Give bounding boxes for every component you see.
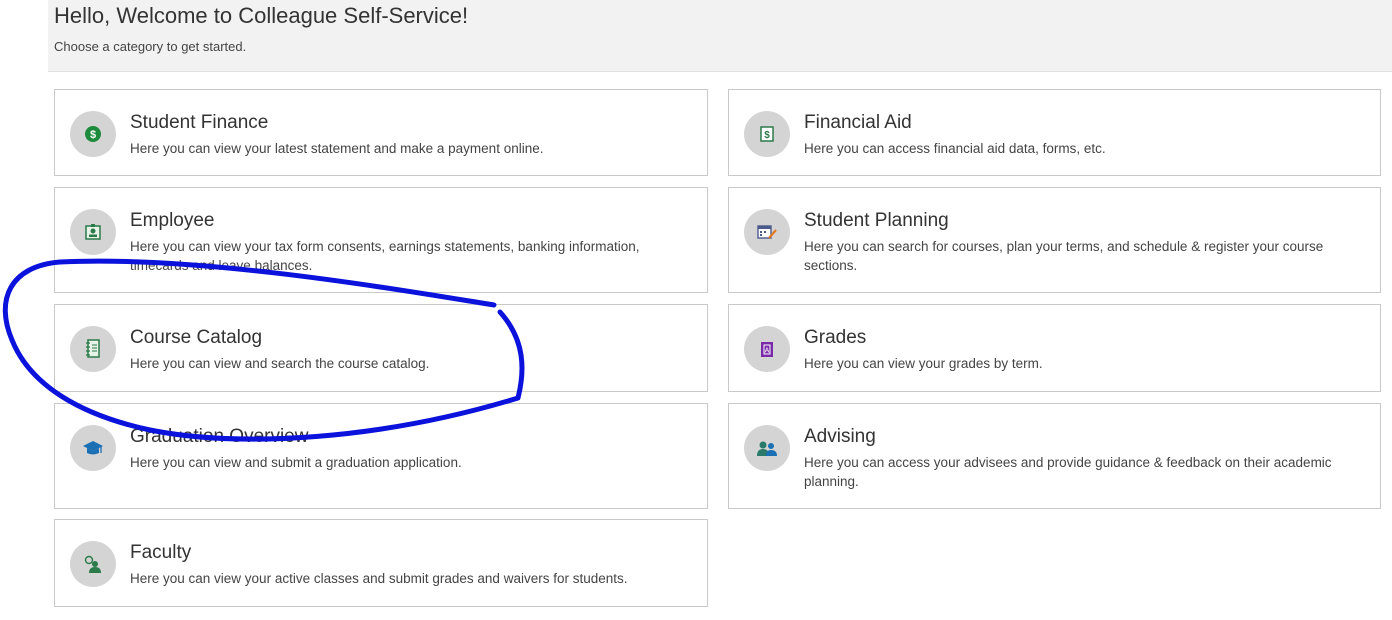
card-grades[interactable]: A Grades Here you can view your grades b… <box>728 304 1381 392</box>
card-title: Advising <box>804 426 876 447</box>
people-icon <box>744 425 790 471</box>
card-description: Here you can view your active classes an… <box>130 571 628 586</box>
card-description: Here you can view your grades by term. <box>804 356 1043 371</box>
card-student-finance[interactable]: $ Student Finance Here you can view your… <box>54 89 708 176</box>
card-title: Grades <box>804 327 867 348</box>
card-description: Here you can access your advisees and pr… <box>804 455 1332 489</box>
card-employee[interactable]: Employee Here you can view your tax form… <box>54 187 708 293</box>
dollar-coin-icon: $ <box>70 111 116 157</box>
svg-text:$: $ <box>90 129 96 141</box>
card-title: Faculty <box>130 542 192 563</box>
svg-text:A: A <box>765 348 770 355</box>
page-title: Hello, Welcome to Colleague Self-Service… <box>54 3 469 28</box>
card-student-planning[interactable]: Student Planning Here you can search for… <box>728 187 1381 293</box>
card-title: Course Catalog <box>130 327 263 348</box>
svg-text:$: $ <box>764 130 770 141</box>
card-course-catalog[interactable]: Course Catalog Here you can view and sea… <box>54 304 708 392</box>
card-description: Here you can view your tax form consents… <box>130 239 640 273</box>
card-description: Here you can view and search the course … <box>130 356 430 371</box>
card-title: Graduation Overview <box>130 426 309 447</box>
calendar-pencil-icon <box>744 209 790 255</box>
card-description: Here you can view and submit a graduatio… <box>130 455 462 470</box>
card-description: Here you can access financial aid data, … <box>804 141 1106 156</box>
card-description: Here you can search for courses, plan yo… <box>804 239 1324 273</box>
faculty-person-icon <box>70 541 116 587</box>
card-description: Here you can view your latest statement … <box>130 141 544 156</box>
notebook-icon <box>70 326 116 372</box>
card-graduation-overview[interactable]: Graduation Overview Here you can view an… <box>54 403 708 509</box>
card-title: Employee <box>130 210 215 231</box>
card-title: Student Planning <box>804 210 949 231</box>
card-advising[interactable]: Advising Here you can access your advise… <box>728 403 1381 509</box>
card-faculty[interactable]: Faculty Here you can view your active cl… <box>54 519 708 607</box>
graduation-cap-icon <box>70 425 116 471</box>
welcome-header: Hello, Welcome to Colleague Self-Service… <box>48 0 1392 72</box>
page-subtitle: Choose a category to get started. <box>54 39 247 54</box>
money-document-icon: $ <box>744 111 790 157</box>
gradebook-icon: A <box>744 326 790 372</box>
card-title: Financial Aid <box>804 112 912 133</box>
card-title: Student Finance <box>130 112 269 133</box>
card-financial-aid[interactable]: $ Financial Aid Here you can access fina… <box>728 89 1381 176</box>
id-badge-icon <box>70 209 116 255</box>
